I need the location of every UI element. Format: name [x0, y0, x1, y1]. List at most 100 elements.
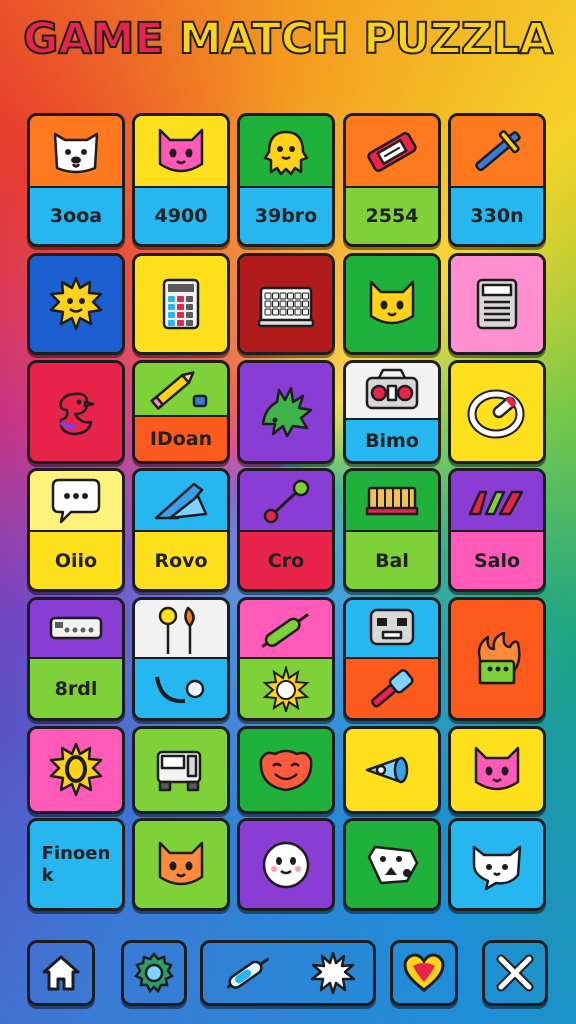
tile[interactable] — [132, 597, 230, 721]
cat-bubble-icon — [466, 837, 528, 893]
tile[interactable] — [448, 597, 546, 721]
close-icon — [496, 954, 534, 992]
tile-bottom: Salo — [451, 530, 543, 589]
settings-button[interactable] — [121, 940, 187, 1006]
flame-hand-icon — [477, 631, 521, 685]
tile-top — [30, 256, 122, 352]
home-button[interactable] — [27, 940, 95, 1006]
tile-label: Finoen k — [41, 842, 111, 886]
tile[interactable]: 330n — [448, 113, 546, 247]
tile[interactable]: 2554 — [343, 113, 441, 247]
zigzag-icon — [468, 490, 524, 515]
ring-icon — [466, 384, 528, 440]
tile[interactable] — [132, 726, 230, 814]
tile-label: 330n — [470, 205, 524, 227]
sun-ring-icon — [49, 742, 103, 797]
tile-top: Finoen k — [30, 821, 122, 908]
tile[interactable]: Rovo — [132, 468, 230, 592]
tile-bottom — [346, 657, 438, 718]
tile[interactable] — [343, 818, 441, 911]
tile[interactable] — [343, 253, 441, 355]
tile-top — [240, 600, 332, 659]
calculator-icon — [162, 278, 200, 330]
tile[interactable]: Bal — [343, 468, 441, 592]
powerup-bar[interactable] — [200, 940, 376, 1006]
tile[interactable] — [448, 253, 546, 355]
tile-top — [451, 363, 543, 461]
bird-icon — [45, 384, 107, 440]
tile[interactable] — [448, 726, 546, 814]
tile-top — [451, 471, 543, 532]
tile[interactable] — [27, 360, 125, 464]
tile[interactable]: 4900 — [132, 113, 230, 247]
tile[interactable]: Bimo — [343, 360, 441, 464]
tile-top — [346, 729, 438, 811]
tile-top — [451, 256, 543, 352]
tile-top — [135, 116, 227, 188]
bench-icon — [365, 486, 419, 515]
tile-bottom: Bal — [346, 530, 438, 589]
sword-icon — [475, 130, 521, 172]
tile[interactable]: Cro — [237, 468, 335, 592]
leaf-creature-icon — [255, 384, 317, 440]
tile-top — [240, 471, 332, 532]
horn-icon — [365, 756, 409, 784]
close-button[interactable] — [482, 940, 548, 1006]
title-part-2: MATCH PUZZLA — [178, 13, 554, 65]
radio-icon — [365, 368, 419, 409]
tile[interactable] — [237, 818, 335, 911]
pencil-icon — [150, 363, 212, 418]
tile[interactable]: 39bro — [237, 113, 335, 247]
tile-top — [451, 116, 543, 188]
balloons-icon — [150, 602, 212, 658]
tile[interactable]: Oiio — [27, 468, 125, 592]
tile[interactable] — [448, 360, 546, 464]
tile[interactable] — [237, 726, 335, 814]
tile-bottom: IDoan — [135, 415, 227, 461]
zigzag-icon — [466, 474, 528, 530]
tile-bottom: Rovo — [135, 530, 227, 589]
cow-icon — [361, 837, 423, 893]
tile[interactable] — [132, 253, 230, 355]
tile-top — [240, 729, 332, 811]
tile-top — [451, 821, 543, 908]
tile[interactable]: Finoen k — [27, 818, 125, 911]
tile[interactable] — [237, 253, 335, 355]
calculator-icon — [150, 276, 212, 332]
smile-face-icon — [259, 749, 313, 792]
brush-icon — [371, 668, 414, 708]
heart-button[interactable] — [390, 940, 458, 1006]
tile-label: Cro — [267, 549, 305, 572]
tile[interactable]: 3ooa — [27, 113, 125, 247]
tile[interactable]: 8rdl — [27, 597, 125, 721]
tile-label: Bal — [375, 549, 409, 572]
hook-icon — [155, 676, 205, 703]
tile[interactable] — [343, 726, 441, 814]
tile[interactable] — [132, 818, 230, 911]
tile-label: Salo — [473, 549, 521, 572]
tile-top — [451, 600, 543, 718]
cat-bubble-icon — [472, 845, 522, 890]
smile-face-icon — [255, 742, 317, 798]
tile[interactable]: IDoan — [132, 360, 230, 464]
tile-bottom: Bimo — [346, 418, 438, 461]
tile-label: Bimo — [365, 429, 419, 452]
tile-bottom: 330n — [451, 186, 543, 244]
tile[interactable] — [237, 597, 335, 721]
balloons-icon — [158, 606, 195, 654]
receipt-machine-icon — [466, 276, 528, 332]
tile[interactable]: Salo — [448, 468, 546, 592]
tile[interactable] — [343, 597, 441, 721]
tile-label: IDoan — [149, 428, 213, 450]
tile[interactable] — [27, 253, 125, 355]
ghost-face-icon — [262, 841, 310, 888]
remote-icon — [45, 602, 107, 658]
tile[interactable] — [27, 726, 125, 814]
ring-icon — [467, 389, 525, 439]
tile-bottom — [240, 657, 332, 718]
tile-top — [30, 363, 122, 461]
syringe-icon — [255, 602, 317, 658]
tile[interactable] — [237, 360, 335, 464]
tile-top — [240, 256, 332, 352]
tile[interactable] — [448, 818, 546, 911]
